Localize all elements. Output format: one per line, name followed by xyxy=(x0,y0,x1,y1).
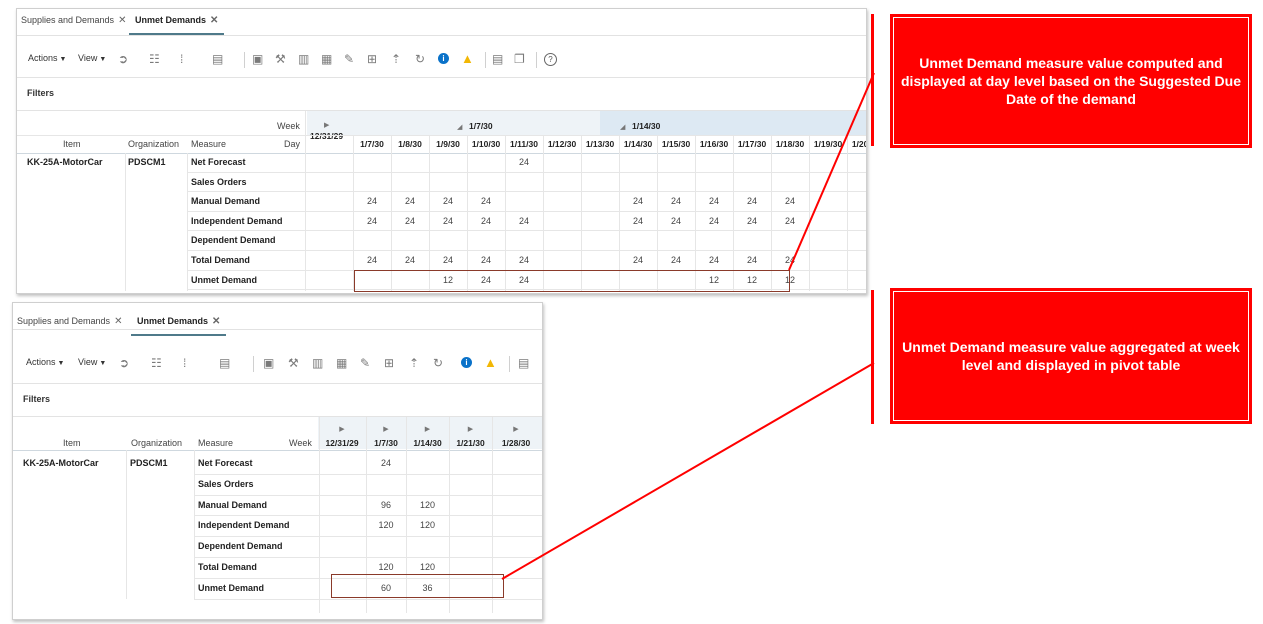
connector-lines xyxy=(501,72,875,580)
connector-line-week xyxy=(501,362,875,580)
connector-line-day xyxy=(788,72,875,271)
